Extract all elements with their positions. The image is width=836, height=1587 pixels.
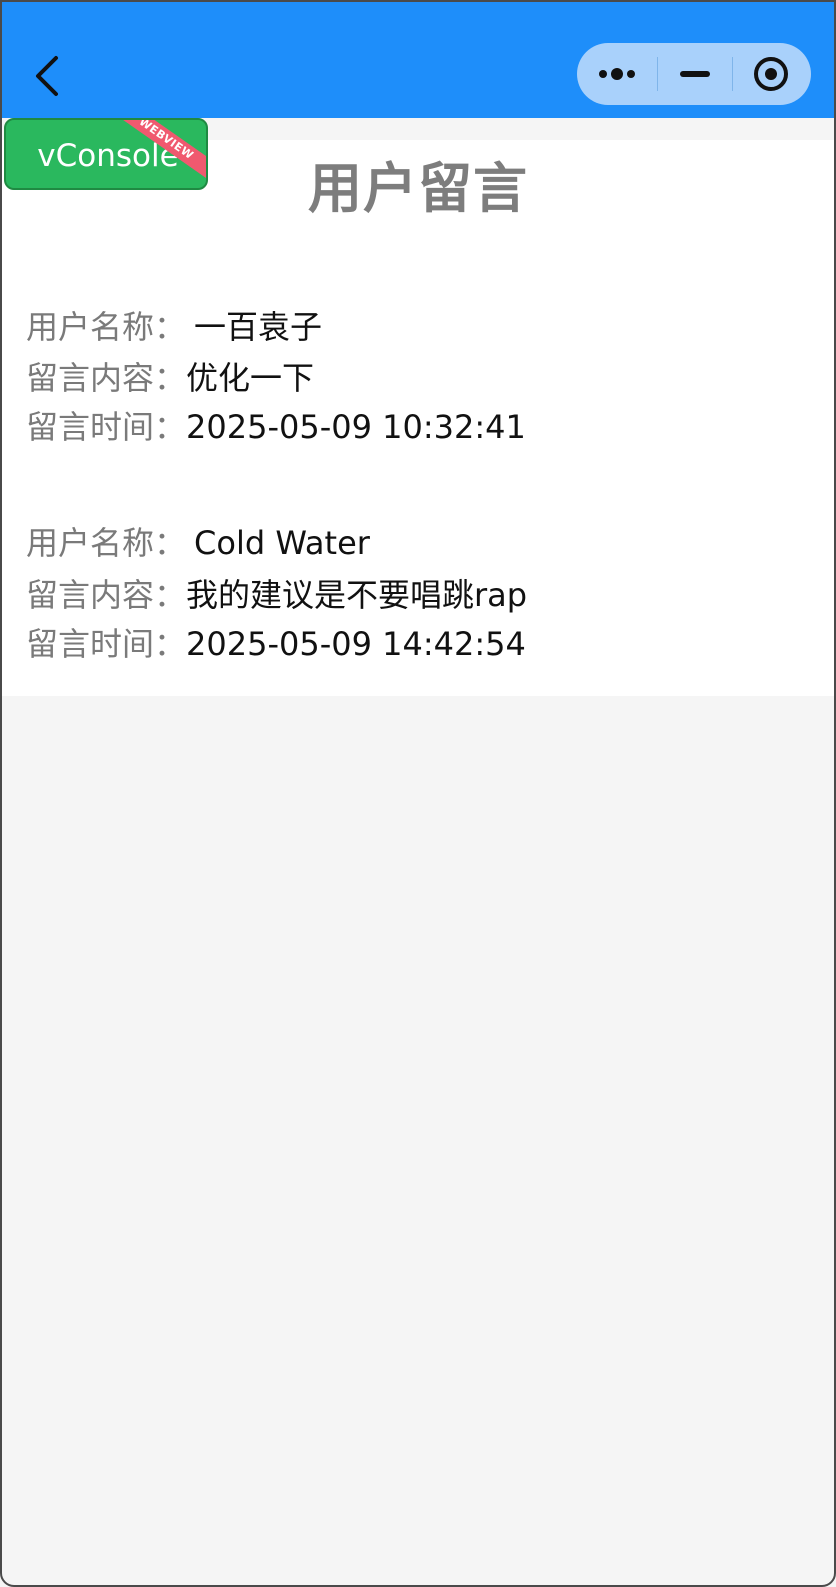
close-button[interactable]: [733, 43, 809, 105]
navigation-bar: [2, 2, 834, 118]
time-value: 2025-05-09 10:32:41: [186, 408, 526, 446]
chevron-left-icon: [36, 56, 58, 96]
more-dots-icon: [599, 68, 635, 80]
minimize-icon: [680, 71, 710, 77]
user-name-label: 用户名称：: [26, 524, 187, 562]
user-name-value: 一百袁子: [194, 308, 323, 346]
content-label: 留言内容：: [26, 359, 187, 397]
user-name-value: Cold Water: [194, 524, 370, 562]
user-name-label: 用户名称：: [26, 308, 187, 346]
vconsole-button[interactable]: vConsole WEBVIEW: [4, 118, 208, 190]
content-value: 优化一下: [186, 359, 315, 397]
time-label: 留言时间：: [26, 625, 187, 663]
close-circle-icon: [754, 57, 788, 91]
phone-frame: 用户留言 用户名称： 一百袁子 留言内容：优化一下 留言时间：2025-05-09…: [0, 0, 836, 1587]
minimize-button[interactable]: [658, 43, 732, 105]
miniprogram-capsule: [577, 43, 811, 105]
message-1-time-row: 留言时间：2025-05-09 10:32:41: [26, 407, 526, 447]
content-label: 留言内容：: [26, 576, 187, 614]
message-2-content-row: 留言内容：我的建议是不要唱跳rap: [26, 575, 527, 615]
time-label: 留言时间：: [26, 408, 187, 446]
message-2-time-row: 留言时间：2025-05-09 14:42:54: [26, 624, 526, 664]
back-button[interactable]: [24, 46, 72, 102]
message-1-user-row: 用户名称： 一百袁子: [26, 307, 322, 347]
time-value: 2025-05-09 14:42:54: [186, 625, 526, 663]
message-2-user-row: 用户名称： Cold Water: [26, 523, 370, 563]
message-1-content-row: 留言内容：优化一下: [26, 358, 314, 398]
more-button[interactable]: [577, 43, 657, 105]
content-value: 我的建议是不要唱跳rap: [186, 576, 528, 614]
